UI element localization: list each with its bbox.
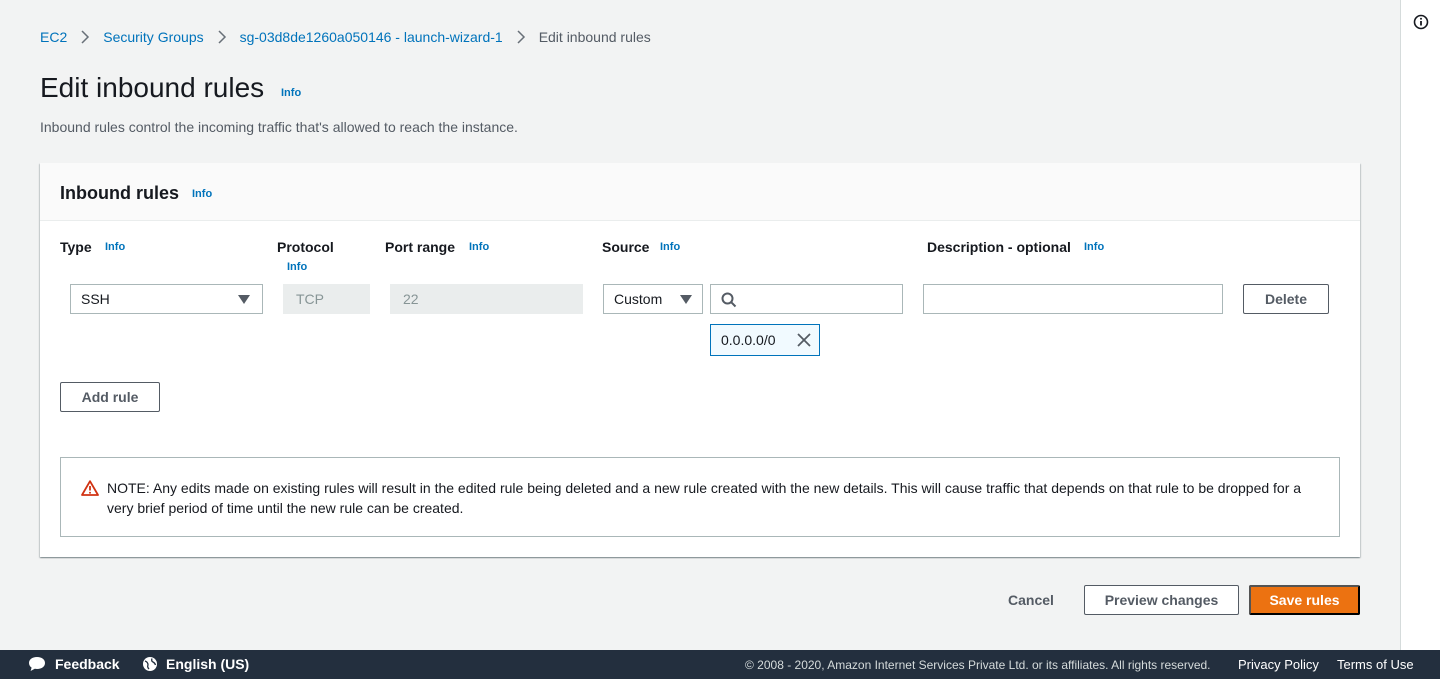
col-protocol-label: Protocol — [277, 239, 334, 255]
col-type-label: Type — [60, 239, 92, 255]
warning-icon — [81, 480, 99, 496]
add-rule-button[interactable]: Add rule — [60, 382, 160, 412]
source-type-value: Custom — [614, 291, 663, 307]
breadcrumb-current: Edit inbound rules — [538, 29, 651, 45]
breadcrumb: EC2 Security Groups sg-03d8de1260a050146… — [40, 28, 651, 46]
breadcrumb-ec2[interactable]: EC2 — [40, 29, 67, 45]
warning-note-text: NOTE: Any edits made on existing rules w… — [107, 480, 1302, 516]
type-info-link[interactable]: Info — [105, 241, 125, 253]
port-range-field: 22 — [390, 284, 583, 314]
source-info-link[interactable]: Info — [660, 241, 680, 253]
title-info-link[interactable]: Info — [281, 87, 301, 99]
cancel-button[interactable]: Cancel — [1008, 592, 1054, 608]
source-search-input[interactable] — [710, 284, 903, 314]
panel-title: Inbound rules — [60, 183, 179, 203]
feedback-label: Feedback — [55, 656, 120, 672]
chevron-right-icon — [218, 30, 226, 44]
col-port-range-label: Port range — [385, 239, 456, 255]
panel-header: Inbound rules Info — [40, 163, 1360, 221]
page-title: Edit inbound rules — [40, 72, 265, 103]
caret-down-icon — [680, 295, 692, 304]
info-circle-icon[interactable] — [1413, 14, 1429, 30]
breadcrumb-security-groups[interactable]: Security Groups — [103, 29, 203, 45]
copyright-text: © 2008 - 2020, Amazon Internet Services … — [745, 658, 1211, 672]
save-rules-button[interactable]: Save rules — [1249, 585, 1360, 615]
speech-bubble-icon — [29, 657, 45, 671]
caret-down-icon — [238, 295, 250, 304]
type-select[interactable]: SSH — [70, 284, 263, 314]
chevron-right-icon — [81, 30, 90, 44]
source-type-select[interactable]: Custom — [603, 284, 703, 314]
inbound-rules-panel: Inbound rules Info Type Info Protocol In… — [40, 163, 1360, 557]
privacy-policy-link[interactable]: Privacy Policy — [1238, 657, 1319, 672]
footer: Feedback English (US) © 2008 - 2020, Ama… — [0, 650, 1440, 679]
breadcrumb-security-group[interactable]: sg-03d8de1260a050146 - launch-wizard-1 — [240, 29, 503, 45]
globe-icon — [143, 657, 157, 671]
protocol-field: TCP — [283, 284, 370, 314]
description-input[interactable] — [923, 284, 1223, 314]
page-description: Inbound rules control the incoming traff… — [40, 119, 518, 135]
terms-of-use-link[interactable]: Terms of Use — [1337, 657, 1414, 672]
feedback-link[interactable]: Feedback — [28, 656, 120, 672]
protocol-info-link[interactable]: Info — [287, 261, 307, 273]
language-label: English (US) — [166, 656, 250, 672]
col-source-label: Source — [602, 239, 650, 255]
help-rail — [1400, 0, 1440, 650]
language-selector[interactable]: English (US) — [142, 656, 249, 672]
preview-changes-button[interactable]: Preview changes — [1084, 585, 1239, 615]
search-icon — [721, 292, 737, 308]
source-token: 0.0.0.0/0 — [710, 324, 820, 356]
type-select-value: SSH — [81, 291, 110, 307]
main-content: EC2 Security Groups sg-03d8de1260a050146… — [0, 0, 1400, 650]
panel-info-link[interactable]: Info — [192, 188, 212, 200]
delete-rule-button[interactable]: Delete — [1243, 284, 1329, 314]
port-range-info-link[interactable]: Info — [469, 241, 489, 253]
warning-note: NOTE: Any edits made on existing rules w… — [60, 457, 1340, 537]
close-icon[interactable] — [797, 333, 811, 347]
chevron-right-icon — [517, 30, 525, 44]
col-description-label: Description - optional — [927, 239, 1071, 255]
description-info-link[interactable]: Info — [1084, 241, 1104, 253]
source-token-label: 0.0.0.0/0 — [721, 332, 776, 348]
